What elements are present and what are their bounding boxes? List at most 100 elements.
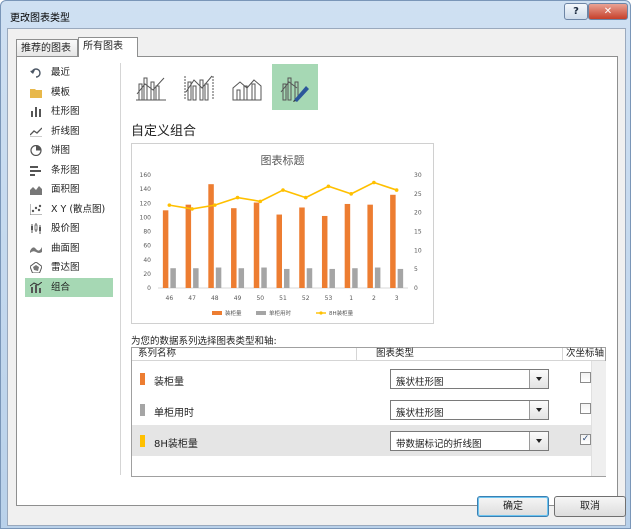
sidebar-item-line[interactable]: 折线图: [25, 122, 113, 142]
sidebar-item-surface[interactable]: 曲面图: [25, 239, 113, 259]
vertical-scrollbar[interactable]: [591, 361, 606, 476]
y-tick-label: 140: [140, 186, 152, 193]
line-chart-icon: [30, 127, 42, 137]
sidebar-item-label: 条形图: [51, 164, 80, 176]
bar-load-volume: [253, 202, 260, 288]
sidebar-item-bar[interactable]: 条形图: [25, 161, 113, 181]
secondary-axis-checkbox[interactable]: [580, 372, 591, 383]
column-separator: [356, 348, 357, 360]
x-tick-label: 2: [372, 295, 376, 302]
y2-tick-label: 0: [414, 285, 418, 292]
stock-chart-icon: [31, 223, 41, 234]
bar-chart-icon: [30, 165, 41, 176]
chart-type-dropdown[interactable]: 簇状柱形图: [390, 400, 549, 420]
clustered-column-line-secondary-icon[interactable]: [176, 64, 222, 110]
y-tick-label: 80: [143, 229, 151, 236]
series-name: 单柜用时: [154, 408, 194, 419]
dialog-title: 更改图表类型: [10, 13, 70, 24]
legend-label: 装柜量: [225, 309, 242, 317]
line-point: [281, 188, 285, 192]
bar-cabinet-time: [374, 267, 381, 288]
sidebar-item-recent[interactable]: 最近: [25, 63, 113, 83]
line-point: [394, 188, 399, 192]
sidebar-item-label: 柱形图: [51, 106, 80, 117]
cancel-button[interactable]: 取消: [554, 496, 626, 517]
sidebar-item-area[interactable]: 面积图: [25, 180, 113, 200]
x-tick-label: 47: [188, 295, 196, 302]
y2-tick-label: 30: [414, 172, 422, 179]
legend-marker: [256, 311, 266, 315]
y2-tick-label: 5: [414, 266, 418, 273]
tab-recommended-charts[interactable]: 推荐的图表: [16, 39, 78, 56]
section-title: 自定义组合: [131, 124, 197, 139]
clustered-column-line-icon[interactable]: [128, 64, 174, 110]
combo-chart-icon: [30, 281, 42, 293]
y2-tick-label: 25: [414, 191, 422, 198]
x-tick-label: 53: [325, 295, 333, 302]
line-point: [190, 207, 194, 211]
secondary-axis-checkbox[interactable]: ✓: [580, 434, 591, 445]
chevron-down-icon[interactable]: [529, 401, 548, 419]
y2-tick-label: 10: [414, 247, 422, 254]
series-assignment-label: 为您的数据系列选择图表类型和轴:: [131, 336, 277, 347]
x-tick-label: 1: [349, 295, 353, 302]
close-button[interactable]: ✕: [588, 3, 628, 20]
series-name: 8H装柜量: [154, 439, 198, 450]
series-row[interactable]: 装柜量 簇状柱形图: [132, 363, 605, 394]
sidebar-item-scatter[interactable]: X Y (散点图): [25, 200, 113, 220]
scatter-chart-icon: [30, 203, 42, 215]
bar-cabinet-time: [306, 268, 313, 288]
series-color-swatch: [140, 373, 145, 385]
y-tick-label: 20: [143, 271, 151, 278]
bar-cabinet-time: [397, 268, 404, 288]
sidebar-item-label: 曲面图: [51, 242, 80, 254]
sidebar-item-stock[interactable]: 股价图: [25, 219, 113, 239]
bar-load-volume: [276, 214, 282, 288]
chart-type-dropdown[interactable]: 簇状柱形图: [390, 369, 549, 389]
custom-combination-icon[interactable]: [272, 64, 318, 110]
sidebar-item-radar[interactable]: 雷达图: [25, 258, 113, 278]
x-tick-label: 50: [256, 295, 264, 302]
chart-type-value: 簇状柱形图: [396, 408, 444, 419]
secondary-axis-checkbox[interactable]: [580, 403, 591, 414]
sidebar-item-combo[interactable]: 组合: [25, 277, 113, 297]
series-row[interactable]: 8H装柜量 带数据标记的折线图 ✓: [132, 425, 605, 456]
sidebar-item-label: 股价图: [51, 223, 80, 234]
chart-type-dropdown[interactable]: 带数据标记的折线图: [390, 431, 549, 451]
bar-cabinet-time: [193, 268, 199, 288]
column-chart-icon: [31, 107, 41, 117]
legend-label: 单柜用时: [269, 309, 292, 317]
x-tick-label: 46: [166, 295, 174, 302]
sidebar-item-label: 雷达图: [51, 262, 80, 273]
sidebar-item-label: 折线图: [51, 125, 80, 137]
series-grid: 系列名称 图表类型 次坐标轴 装柜量 簇状柱形图 单柜用时 簇状柱形图 8H装柜…: [131, 347, 606, 477]
ok-button[interactable]: 确定: [477, 496, 549, 517]
surface-chart-icon: [30, 246, 42, 253]
series-row[interactable]: 单柜用时 簇状柱形图: [132, 394, 605, 425]
stacked-area-column-icon[interactable]: [224, 64, 270, 110]
series-color-swatch: [140, 435, 145, 447]
line-point: [326, 184, 331, 189]
chevron-down-icon[interactable]: [529, 432, 548, 450]
pie-chart-icon: [30, 145, 42, 156]
help-button[interactable]: ?: [564, 3, 588, 20]
bar-load-volume: [162, 210, 169, 288]
chart-plot: 16014012010080604020030252015105046 47 48 4…: [140, 172, 422, 317]
chart-type-value: 带数据标记的折线图: [396, 439, 482, 450]
line-point: [213, 203, 217, 207]
y2-tick-label: 15: [414, 229, 422, 236]
x-tick-label: 3: [395, 295, 399, 302]
bar-load-volume: [231, 208, 237, 288]
sidebar-divider: [120, 63, 121, 475]
sidebar-item-column[interactable]: 柱形图: [25, 102, 113, 122]
column-separator: [562, 348, 563, 360]
x-tick-label: 49: [234, 295, 242, 302]
bar-load-volume: [344, 203, 351, 288]
y-tick-label: 0: [147, 285, 151, 292]
x-tick-label: 51: [279, 295, 287, 302]
sidebar-item-templates[interactable]: 模板: [25, 83, 113, 103]
tab-all-charts[interactable]: 所有图表: [78, 37, 138, 57]
sidebar-item-label: 模板: [51, 86, 71, 98]
sidebar-item-pie[interactable]: 饼图: [25, 141, 113, 161]
chevron-down-icon[interactable]: [529, 370, 548, 388]
